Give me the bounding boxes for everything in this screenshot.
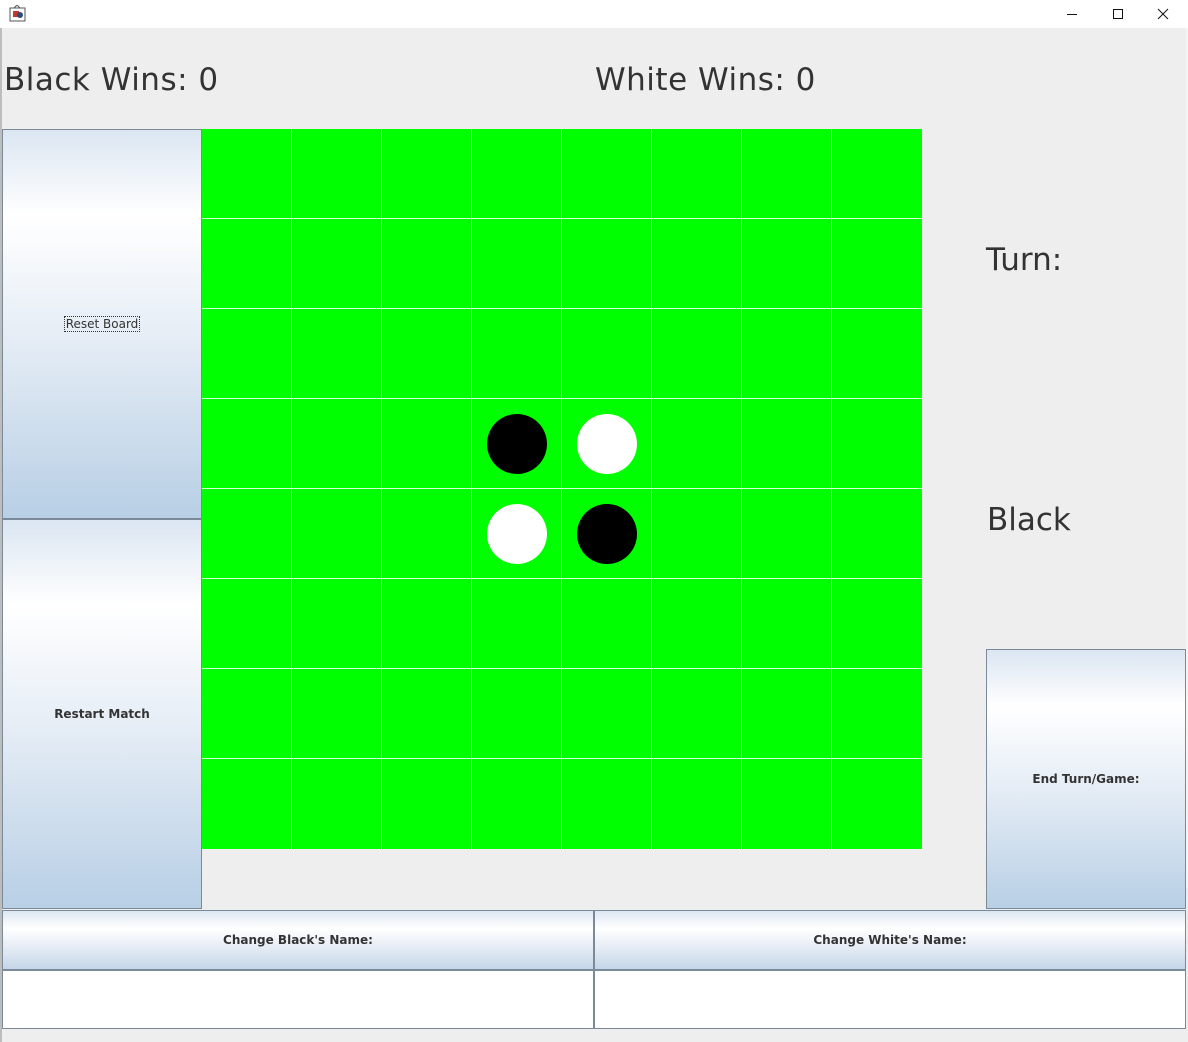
change-black-name-button[interactable]: Change Black's Name:	[2, 910, 594, 970]
board-cell-r5-c0[interactable]	[202, 579, 292, 669]
board-cell-r0-c5[interactable]	[652, 129, 742, 219]
board-cell-r2-c7[interactable]	[832, 309, 922, 399]
board-cell-r7-c2[interactable]	[382, 759, 472, 849]
board-cell-r0-c3[interactable]	[472, 129, 562, 219]
white-name-input[interactable]	[594, 970, 1186, 1029]
board-cell-r7-c3[interactable]	[472, 759, 562, 849]
black-wins-label: Black Wins: 0	[4, 62, 219, 98]
board-cell-r6-c5[interactable]	[652, 669, 742, 759]
board-cell-r3-c0[interactable]	[202, 399, 292, 489]
board-cell-r5-c4[interactable]	[562, 579, 652, 669]
board-cell-r2-c3[interactable]	[472, 309, 562, 399]
reset-board-label: Reset Board	[63, 316, 141, 332]
board-cell-r1-c3[interactable]	[472, 219, 562, 309]
board-cell-r0-c0[interactable]	[202, 129, 292, 219]
board-cell-r4-c2[interactable]	[382, 489, 472, 579]
board-cell-r3-c2[interactable]	[382, 399, 472, 489]
board-cell-r2-c4[interactable]	[562, 309, 652, 399]
board-cell-r4-c6[interactable]	[742, 489, 832, 579]
board-cell-r7-c7[interactable]	[832, 759, 922, 849]
restart-match-label: Restart Match	[54, 707, 150, 721]
board-cell-r6-c6[interactable]	[742, 669, 832, 759]
board-cell-r6-c1[interactable]	[292, 669, 382, 759]
board-cell-r7-c4[interactable]	[562, 759, 652, 849]
board-cell-r0-c4[interactable]	[562, 129, 652, 219]
board-cell-r3-c4[interactable]	[562, 399, 652, 489]
board-cell-r0-c7[interactable]	[832, 129, 922, 219]
board-cell-r5-c3[interactable]	[472, 579, 562, 669]
close-button[interactable]	[1140, 0, 1186, 28]
board-cell-r3-c6[interactable]	[742, 399, 832, 489]
board-cell-r6-c7[interactable]	[832, 669, 922, 759]
black-piece	[487, 414, 547, 474]
board-cell-r1-c2[interactable]	[382, 219, 472, 309]
board-cell-r4-c5[interactable]	[652, 489, 742, 579]
board-cell-r7-c0[interactable]	[202, 759, 292, 849]
board-cell-r2-c1[interactable]	[292, 309, 382, 399]
minimize-icon	[1067, 14, 1077, 15]
minimize-button[interactable]	[1049, 0, 1095, 28]
board-cell-r1-c4[interactable]	[562, 219, 652, 309]
end-turn-button[interactable]: End Turn/Game:	[986, 649, 1186, 909]
reset-board-button[interactable]: Reset Board	[2, 129, 202, 519]
close-icon	[1157, 8, 1169, 20]
board-cell-r4-c1[interactable]	[292, 489, 382, 579]
board-cell-r4-c7[interactable]	[832, 489, 922, 579]
board-cell-r5-c2[interactable]	[382, 579, 472, 669]
board-cell-r0-c2[interactable]	[382, 129, 472, 219]
black-name-input[interactable]	[2, 970, 594, 1029]
maximize-button[interactable]	[1095, 0, 1141, 28]
change-black-name-label: Change Black's Name:	[223, 933, 373, 947]
title-bar	[0, 0, 1188, 28]
board-cell-r3-c7[interactable]	[832, 399, 922, 489]
game-board	[202, 129, 922, 849]
board-cell-r6-c0[interactable]	[202, 669, 292, 759]
turn-label: Turn:	[986, 242, 1063, 278]
board-cell-r7-c5[interactable]	[652, 759, 742, 849]
board-cell-r1-c1[interactable]	[292, 219, 382, 309]
board-cell-r4-c3[interactable]	[472, 489, 562, 579]
board-cell-r6-c4[interactable]	[562, 669, 652, 759]
board-cell-r5-c7[interactable]	[832, 579, 922, 669]
current-turn-value: Black	[987, 502, 1071, 538]
board-cell-r1-c6[interactable]	[742, 219, 832, 309]
board-cell-r3-c1[interactable]	[292, 399, 382, 489]
board-cell-r1-c5[interactable]	[652, 219, 742, 309]
change-white-name-button[interactable]: Change White's Name:	[594, 910, 1186, 970]
board-cell-r1-c0[interactable]	[202, 219, 292, 309]
board-cell-r7-c1[interactable]	[292, 759, 382, 849]
board-cell-r0-c6[interactable]	[742, 129, 832, 219]
white-piece	[487, 504, 547, 564]
end-turn-label: End Turn/Game:	[1032, 772, 1140, 786]
white-wins-label: White Wins: 0	[595, 62, 816, 98]
board-cell-r2-c2[interactable]	[382, 309, 472, 399]
black-piece	[577, 504, 637, 564]
java-app-icon	[9, 5, 26, 22]
board-cell-r4-c4[interactable]	[562, 489, 652, 579]
board-cell-r0-c1[interactable]	[292, 129, 382, 219]
white-piece	[577, 414, 637, 474]
board-cell-r4-c0[interactable]	[202, 489, 292, 579]
board-cell-r1-c7[interactable]	[832, 219, 922, 309]
board-cell-r2-c0[interactable]	[202, 309, 292, 399]
board-cell-r5-c5[interactable]	[652, 579, 742, 669]
board-cell-r7-c6[interactable]	[742, 759, 832, 849]
board-cell-r5-c6[interactable]	[742, 579, 832, 669]
board-cell-r6-c2[interactable]	[382, 669, 472, 759]
board-cell-r2-c6[interactable]	[742, 309, 832, 399]
maximize-icon	[1113, 9, 1123, 19]
board-cell-r6-c3[interactable]	[472, 669, 562, 759]
board-cell-r5-c1[interactable]	[292, 579, 382, 669]
board-cell-r2-c5[interactable]	[652, 309, 742, 399]
change-white-name-label: Change White's Name:	[813, 933, 967, 947]
board-cell-r3-c3[interactable]	[472, 399, 562, 489]
board-cell-r3-c5[interactable]	[652, 399, 742, 489]
restart-match-button[interactable]: Restart Match	[2, 519, 202, 909]
